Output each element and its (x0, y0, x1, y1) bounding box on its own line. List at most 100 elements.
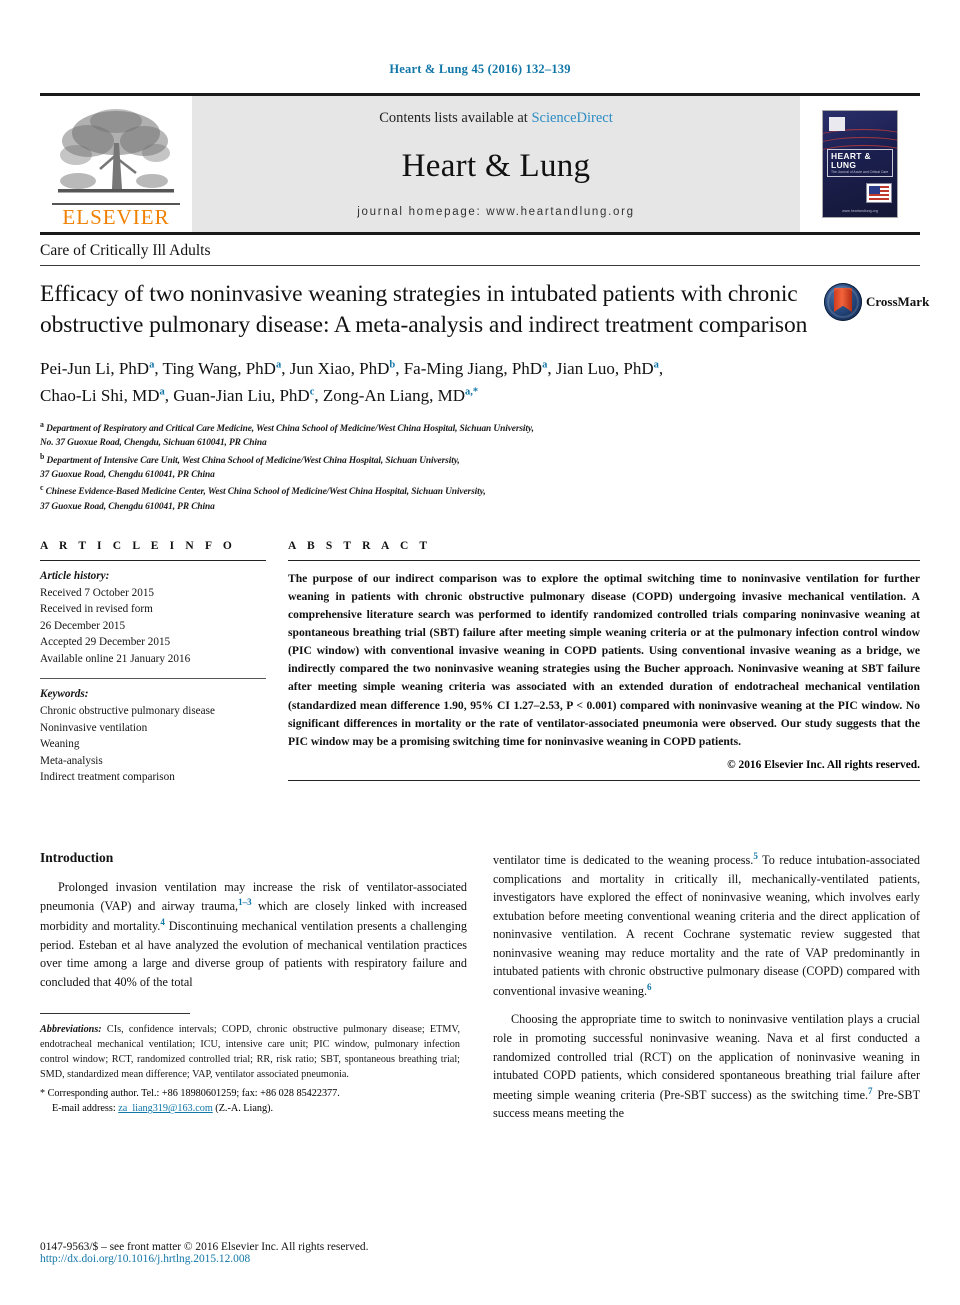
author-name: Zong-An Liang, MD (322, 385, 465, 405)
info-abstract-section: A R T I C L E I N F O Article history: R… (40, 540, 920, 786)
citation-ref[interactable]: 1–3 (238, 897, 252, 907)
author-affiliation-marker: a (159, 386, 165, 398)
masthead-right: HEART & LUNG The Journal of Acute and Cr… (800, 96, 920, 232)
affiliation-text: Department of Respiratory and Critical C… (46, 423, 534, 434)
keyword-item: Indirect treatment comparison (40, 771, 175, 784)
author-name: Jun Xiao, PhD (289, 359, 390, 379)
running-head: Heart & Lung 45 (2016) 132–139 (389, 62, 571, 76)
body-paragraph: ventilator time is dedicated to the wean… (493, 850, 920, 1001)
author-line-1: Pei-Jun Li, PhDa, Ting Wang, PhDa, Jun X… (40, 359, 664, 379)
abbreviations-label: Abbreviations: (40, 1024, 102, 1036)
elsevier-tree-icon (58, 109, 174, 193)
author-name: Chao-Li Shi, MD (40, 385, 160, 405)
affiliation-item: 37 Guoxue Road, Chengdu 610041, PR China (40, 500, 920, 514)
page-footer: 0147-9563/$ – see front matter © 2016 El… (40, 1241, 560, 1265)
affiliation-marker: a (40, 419, 44, 429)
body-text: ventilator time is dedicated to the wean… (493, 852, 754, 867)
history-item: 26 December 2015 (40, 619, 126, 632)
body-column-right: ventilator time is dedicated to the wean… (493, 850, 920, 1123)
contents-prefix: Contents lists available at (379, 110, 532, 126)
history-item: Received 7 October 2015 (40, 586, 155, 599)
abstract-text: The purpose of our indirect comparison w… (288, 571, 920, 748)
body-columns: Introduction Prolonged invasion ventilat… (40, 850, 920, 1123)
abbreviations-note: Abbreviations: CIs, confidence intervals… (40, 1023, 460, 1082)
body-paragraph: Prolonged invasion ventilation may incre… (40, 878, 467, 991)
issn-copyright-line: 0147-9563/$ – see front matter © 2016 El… (40, 1241, 369, 1253)
corresponding-author-note: * Corresponding author. Tel.: +86 189806… (40, 1088, 340, 1100)
abstract-copyright: © 2016 Elsevier Inc. All rights reserved… (727, 758, 920, 771)
affiliation-item: No. 37 Guoxue Road, Chengdu, Sichuan 610… (40, 436, 920, 450)
abstract-column: A B S T R A C T The purpose of our indir… (288, 540, 920, 786)
affiliation-text: No. 37 Guoxue Road, Chengdu, Sichuan 610… (40, 438, 267, 449)
cover-title: HEART & LUNG (831, 151, 871, 170)
author-affiliation-marker: a (149, 359, 155, 371)
abbreviations-text: CIs, confidence intervals; COPD, chronic… (40, 1024, 460, 1080)
journal-cover-thumbnail: HEART & LUNG The Journal of Acute and Cr… (822, 110, 898, 218)
elsevier-logo: ELSEVIER (40, 96, 192, 232)
author-name: Jian Luo, PhD (555, 359, 654, 379)
author-name: Fa-Ming Jiang, PhD (403, 359, 543, 379)
article-history-block: Article history: Received 7 October 2015… (40, 561, 266, 667)
abstract-bottom-rule (288, 779, 920, 781)
affiliation-item: c Chinese Evidence-Based Medicine Center… (40, 482, 920, 499)
keyword-item: Meta-analysis (40, 754, 103, 767)
affiliation-item: b Department of Intensive Care Unit, Wes… (40, 451, 920, 468)
email-label: E-mail address: (52, 1103, 116, 1115)
author-line-2: Chao-Li Shi, MDa, Guan-Jian Liu, PhDc, Z… (40, 385, 479, 405)
cover-url: www.heartandlung.org (842, 209, 878, 213)
article-info-column: A R T I C L E I N F O Article history: R… (40, 540, 288, 786)
body-text: Choosing the appropriate time to switch … (493, 1012, 920, 1102)
email-link[interactable]: za_liang319@163.com (118, 1103, 213, 1114)
title-row: Efficacy of two noninvasive weaning stra… (40, 279, 929, 340)
author-affiliation-marker: a (653, 359, 659, 371)
affiliation-item: 37 Guoxue Road, Chengdu 610041, PR China (40, 468, 920, 482)
journal-title: Heart & Lung (401, 148, 591, 184)
cover-publisher-mark (829, 117, 845, 131)
author-affiliation-marker: b (389, 359, 396, 371)
article-info-heading: A R T I C L E I N F O (40, 539, 236, 552)
cover-subtitle: The Journal of Acute and Critical Care (831, 170, 889, 174)
masthead-center: Contents lists available at ScienceDirec… (192, 96, 800, 232)
paper-page: Heart & Lung 45 (2016) 132–139 ELSEVIER … (0, 0, 960, 1305)
author-name: Pei-Jun Li, PhD (40, 359, 150, 379)
keywords-label: Keywords: (40, 688, 89, 701)
history-item: Available online 21 January 2016 (40, 652, 191, 665)
affiliation-item: a Department of Respiratory and Critical… (40, 419, 920, 436)
title-column: Efficacy of two noninvasive weaning stra… (40, 279, 824, 340)
email-suffix: (Z.-A. Liang). (212, 1103, 274, 1115)
article-history-label: Article history: (40, 569, 110, 582)
footnote-rule (40, 1013, 190, 1023)
keywords-block: Keywords: Chronic obstructive pulmonary … (40, 678, 266, 785)
contents-available-line: Contents lists available at ScienceDirec… (379, 110, 613, 127)
author-affiliation-marker: a,* (465, 386, 479, 398)
author-name: Guan-Jian Liu, PhD (173, 385, 310, 405)
sciencedirect-link[interactable]: ScienceDirect (531, 110, 612, 126)
affiliation-text: 37 Guoxue Road, Chengdu 610041, PR China (40, 501, 215, 512)
abstract-heading: A B S T R A C T (288, 539, 432, 552)
email-note: E-mail address: za_liang319@163.com (Z.-… (40, 1103, 460, 1114)
affiliation-marker: c (40, 483, 44, 493)
author-name: Ting Wang, PhD (162, 359, 276, 379)
article-section-label: Care of Critically Ill Adults (40, 242, 920, 266)
keyword-item: Weaning (40, 738, 80, 751)
author-affiliation-marker: a (275, 359, 282, 371)
cover-title-band: HEART & LUNG The Journal of Acute and Cr… (827, 149, 893, 177)
elsevier-wordmark: ELSEVIER (52, 203, 180, 228)
author-affiliation-marker: c (309, 386, 315, 398)
keyword-item: Chronic obstructive pulmonary disease (40, 705, 215, 718)
introduction-heading: Introduction (40, 849, 114, 865)
crossmark-label: CrossMark (866, 294, 930, 309)
crossmark-badge[interactable]: CrossMark (824, 279, 929, 321)
affiliation-marker: b (40, 451, 45, 461)
author-list: Pei-Jun Li, PhDa, Ting Wang, PhDa, Jun X… (40, 356, 920, 410)
citation-ref[interactable]: 6 (647, 982, 652, 992)
body-text: To reduce intubation-associated complica… (493, 852, 920, 998)
history-item: Received in revised form (40, 603, 153, 616)
journal-homepage[interactable]: journal homepage: www.heartandlung.org (357, 206, 635, 218)
affiliation-text: Chinese Evidence-Based Medicine Center, … (45, 487, 486, 498)
affiliation-list: a Department of Respiratory and Critical… (40, 419, 920, 514)
doi-link[interactable]: http://dx.doi.org/10.1016/j.hrtlng.2015.… (40, 1253, 560, 1265)
author-affiliation-marker: a (542, 359, 548, 371)
history-item: Accepted 29 December 2015 (40, 636, 171, 649)
body-column-left: Introduction Prolonged invasion ventilat… (40, 850, 467, 1123)
